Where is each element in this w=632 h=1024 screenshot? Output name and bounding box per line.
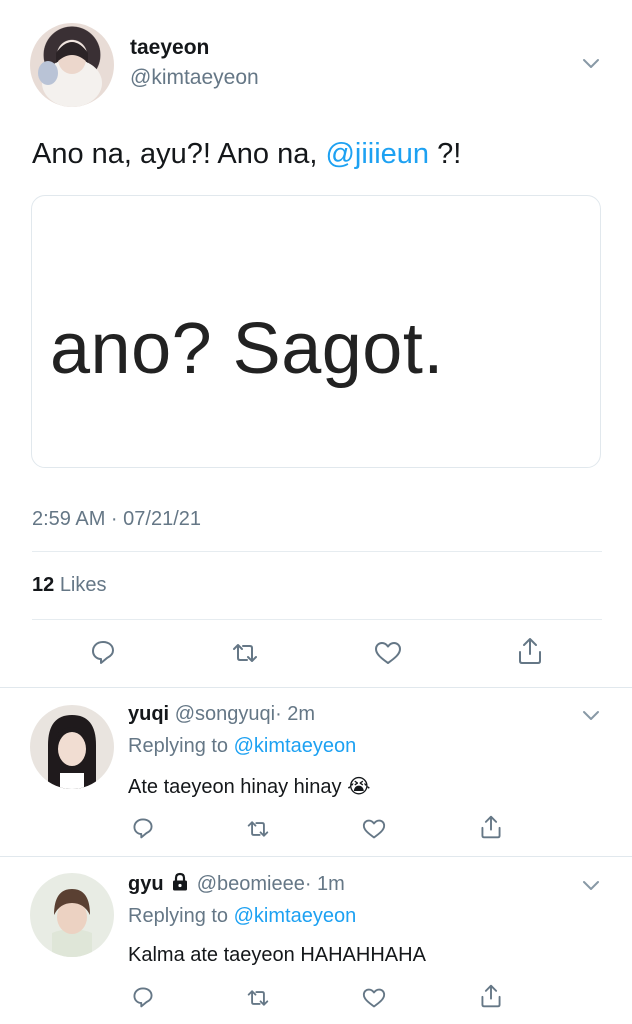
share-icon[interactable] [479, 983, 503, 1009]
mention-link[interactable]: @jiiieun [325, 138, 429, 170]
author-name[interactable]: taeyeon [130, 36, 209, 60]
replying-mention[interactable]: @kimtaeyeon [234, 735, 357, 757]
tweet-text-main: Ano na, ayu?! Ano na, [32, 138, 326, 170]
like-icon[interactable] [361, 987, 387, 1009]
likes-row[interactable]: 12 Likes [32, 574, 107, 597]
reply-header: gyu @beomieee· 1m [128, 872, 345, 896]
share-icon[interactable] [479, 814, 503, 840]
reply-icon[interactable] [131, 816, 155, 840]
replying-to: Replying to @kimtaeyeon [128, 905, 356, 928]
reply-name[interactable]: yuqi [128, 703, 169, 725]
reply-handle[interactable]: @beomieee [197, 873, 305, 895]
replying-prefix: Replying to [128, 905, 234, 927]
reply-text: Ate taeyeon hinay hinay 😭 [128, 774, 370, 799]
retweet-icon[interactable] [230, 640, 260, 666]
share-icon[interactable] [516, 636, 544, 666]
likes-count: 12 [32, 574, 55, 596]
tweet-text-end: ?! [429, 138, 462, 170]
avatar-image [52, 889, 92, 957]
divider-1 [32, 551, 602, 552]
chevron-down-icon[interactable] [582, 58, 600, 70]
chevron-down-icon[interactable] [582, 710, 600, 722]
reply-time: · 2m [275, 703, 316, 725]
reply-avatar[interactable] [30, 873, 114, 957]
reply-icon[interactable] [131, 985, 155, 1009]
reply-avatar[interactable] [30, 705, 114, 789]
thread-divider-1 [0, 687, 632, 688]
reply-icon[interactable] [89, 638, 117, 666]
reply-time: · 1m [304, 873, 345, 895]
likes-label: Likes [59, 574, 107, 596]
reply-text: Kalma ate taeyeon HAHAHHAHA [128, 944, 426, 966]
replying-to: Replying to @kimtaeyeon [128, 735, 356, 758]
crying-emoji: 😭 [347, 776, 371, 798]
reply-handle[interactable]: @songyuqi [175, 703, 275, 725]
reply-name[interactable]: gyu [128, 873, 164, 895]
reply-text-body: Ate taeyeon hinay hinay [128, 776, 342, 798]
tweet-text: Ano na, ayu?! Ano na, @jiiieun ?! [32, 138, 461, 171]
thread-divider-2 [0, 856, 632, 857]
media-text: ano? Sagot. [50, 309, 444, 389]
like-icon[interactable] [373, 640, 403, 666]
like-icon[interactable] [361, 818, 387, 840]
replying-prefix: Replying to [128, 735, 234, 757]
reply-header: yuqi @songyuqi· 2m [128, 703, 315, 726]
tweet-timestamp[interactable]: 2:59 AM · 07/21/21 [32, 508, 201, 531]
tweet-media[interactable]: ano? Sagot. [31, 195, 601, 468]
lock-icon [171, 872, 189, 892]
divider-2 [32, 619, 602, 620]
retweet-icon[interactable] [245, 818, 271, 840]
author-avatar[interactable] [30, 23, 114, 107]
author-handle[interactable]: @kimtaeyeon [130, 66, 259, 90]
avatar-image [38, 42, 102, 107]
replying-mention[interactable]: @kimtaeyeon [234, 905, 357, 927]
chevron-down-icon[interactable] [582, 880, 600, 892]
retweet-icon[interactable] [245, 987, 271, 1009]
avatar-image [48, 715, 96, 789]
